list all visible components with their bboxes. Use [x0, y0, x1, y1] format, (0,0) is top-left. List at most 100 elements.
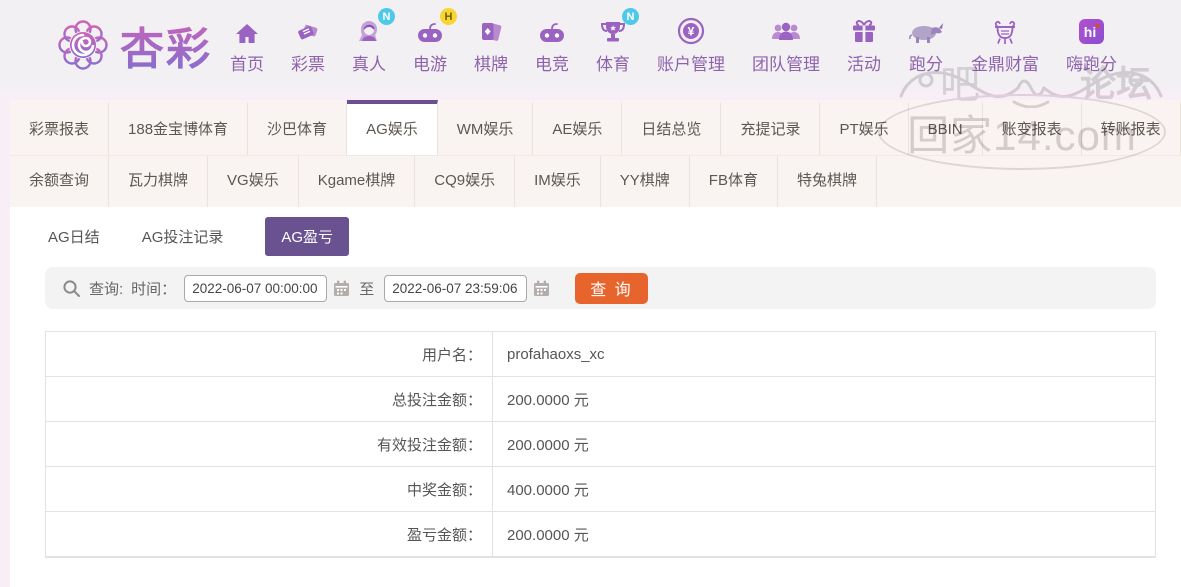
trophy-icon: N: [600, 15, 626, 45]
nav-label: 电游: [413, 50, 447, 75]
content-panel: 彩票报表188金宝博体育沙巴体育AG娱乐WM娱乐AE娱乐日结总览充提记录PT娱乐…: [10, 100, 1181, 587]
nav-item-esports[interactable]: 电竞: [535, 15, 569, 75]
subtab-ag-daily[interactable]: AG日结: [48, 226, 100, 247]
report-tab[interactable]: 日结总览: [622, 100, 721, 155]
gift-icon: [851, 15, 877, 45]
query-bar: 查询: 时间： 至 查 询: [45, 267, 1156, 309]
rhino-icon: [908, 15, 944, 45]
table-row: 总投注金额： 200.0000 元: [46, 377, 1155, 422]
nav-label: 电竞: [535, 50, 569, 75]
home-icon: [235, 15, 259, 45]
ding-cauldron-icon: [991, 15, 1019, 45]
brand-logo-text: 杏彩: [120, 13, 212, 77]
hi-app-icon: hi: [1078, 15, 1105, 45]
new-badge: N: [378, 8, 395, 25]
report-tab[interactable]: CQ9娱乐: [415, 156, 515, 207]
top-navbar: 杏彩 首页 彩票: [0, 0, 1181, 90]
brand-logo[interactable]: 杏彩: [56, 13, 212, 77]
calendar-icon[interactable]: [532, 279, 551, 298]
nav-label: 金鼎财富: [971, 50, 1039, 75]
nav-item-account-management[interactable]: ¥ 账户管理: [657, 15, 725, 75]
report-tab[interactable]: Kgame棋牌: [299, 156, 416, 207]
nav-item-jinding-wealth[interactable]: 金鼎财富: [971, 15, 1039, 75]
main-nav: 首页 彩票 N 真人: [230, 15, 1117, 75]
report-tab[interactable]: WM娱乐: [438, 100, 534, 155]
report-tab[interactable]: 账变报表: [983, 100, 1082, 155]
nav-label: 体育: [596, 50, 630, 75]
nav-label: 真人: [352, 50, 386, 75]
nav-item-lottery[interactable]: 彩票: [291, 15, 325, 75]
nav-label: 账户管理: [657, 50, 725, 75]
nav-item-home[interactable]: 首页: [230, 15, 264, 75]
report-tab[interactable]: BBIN: [909, 100, 983, 155]
table-row: 中奖金额： 400.0000 元: [46, 467, 1155, 512]
report-table: 用户名： profahaoxs_xc 总投注金额： 200.0000 元 有效投…: [45, 331, 1156, 558]
gamepad-icon: H: [416, 15, 444, 45]
report-tab[interactable]: IM娱乐: [515, 156, 601, 207]
table-row: 用户名： profahaoxs_xc: [46, 332, 1155, 377]
report-tab[interactable]: AG娱乐: [347, 100, 438, 155]
nav-label: 嗨跑分: [1066, 50, 1117, 75]
row-label: 盈亏金额：: [46, 512, 493, 556]
report-tab[interactable]: 转账报表: [1082, 100, 1181, 155]
report-tab[interactable]: AE娱乐: [533, 100, 622, 155]
row-label: 总投注金额：: [46, 377, 493, 421]
report-tab[interactable]: VG娱乐: [208, 156, 299, 207]
to-label: 至: [359, 278, 374, 299]
row-value: 200.0000 元: [493, 512, 589, 556]
report-tab[interactable]: 彩票报表: [10, 100, 109, 155]
nav-label: 彩票: [291, 50, 325, 75]
row-value: 400.0000 元: [493, 467, 589, 511]
nav-label: 棋牌: [474, 50, 508, 75]
svg-text:hi: hi: [1084, 24, 1096, 40]
nav-item-board-games[interactable]: 棋牌: [474, 15, 508, 75]
report-tab[interactable]: 瓦力棋牌: [109, 156, 208, 207]
nav-item-egames[interactable]: H 电游: [413, 15, 447, 75]
start-time-input[interactable]: [184, 275, 327, 302]
row-label: 中奖金额：: [46, 467, 493, 511]
hot-badge: H: [440, 8, 457, 25]
row-value: 200.0000 元: [493, 377, 589, 421]
report-tabs-row1: 彩票报表188金宝博体育沙巴体育AG娱乐WM娱乐AE娱乐日结总览充提记录PT娱乐…: [10, 100, 1181, 155]
subtab-ag-bet-records[interactable]: AG投注记录: [142, 226, 224, 247]
query-label: 查询:: [89, 278, 123, 299]
report-tab[interactable]: 特兔棋牌: [778, 156, 877, 207]
report-tab[interactable]: 余额查询: [10, 156, 109, 207]
yuan-coin-icon: ¥: [677, 15, 705, 45]
query-button[interactable]: 查 询: [575, 273, 647, 304]
nav-label: 首页: [230, 50, 264, 75]
row-value: 200.0000 元: [493, 422, 589, 466]
ag-subtabs: AG日结 AG投注记录 AG盈亏: [10, 207, 1181, 265]
report-tab[interactable]: 188金宝博体育: [109, 100, 248, 155]
report-tabs-row2: 余额查询瓦力棋牌VG娱乐Kgame棋牌CQ9娱乐IM娱乐YY棋牌FB体育特兔棋牌: [10, 155, 1181, 207]
table-row: 盈亏金额： 200.0000 元: [46, 512, 1155, 557]
flower-emblem-icon: [56, 18, 110, 72]
nav-item-team-management[interactable]: 团队管理: [752, 15, 820, 75]
nav-label: 团队管理: [752, 50, 820, 75]
search-icon: [62, 279, 81, 298]
time-label: 时间：: [131, 278, 176, 299]
report-tab[interactable]: 充提记录: [721, 100, 820, 155]
new-badge: N: [622, 8, 639, 25]
nav-item-hi-paofen[interactable]: hi 嗨跑分: [1066, 15, 1117, 75]
live-person-icon: N: [356, 15, 382, 45]
row-label: 用户名：: [46, 332, 493, 376]
nav-label: 跑分: [909, 50, 943, 75]
calendar-icon[interactable]: [332, 279, 351, 298]
nav-label: 活动: [847, 50, 881, 75]
nav-item-paofen[interactable]: 跑分: [908, 15, 944, 75]
end-time-input[interactable]: [384, 275, 527, 302]
nav-item-live[interactable]: N 真人: [352, 15, 386, 75]
subtab-ag-profit-loss[interactable]: AG盈亏: [265, 217, 349, 256]
nav-item-sports[interactable]: N 体育: [596, 15, 630, 75]
team-icon: [771, 15, 801, 45]
report-tab[interactable]: PT娱乐: [820, 100, 908, 155]
nav-item-activity[interactable]: 活动: [847, 15, 881, 75]
row-label: 有效投注金额：: [46, 422, 493, 466]
svg-text:¥: ¥: [688, 25, 695, 39]
report-tab[interactable]: 沙巴体育: [248, 100, 347, 155]
table-row: 有效投注金额： 200.0000 元: [46, 422, 1155, 467]
report-tab[interactable]: YY棋牌: [601, 156, 690, 207]
report-tab[interactable]: FB体育: [690, 156, 778, 207]
esports-gamepad-icon: [538, 15, 566, 45]
